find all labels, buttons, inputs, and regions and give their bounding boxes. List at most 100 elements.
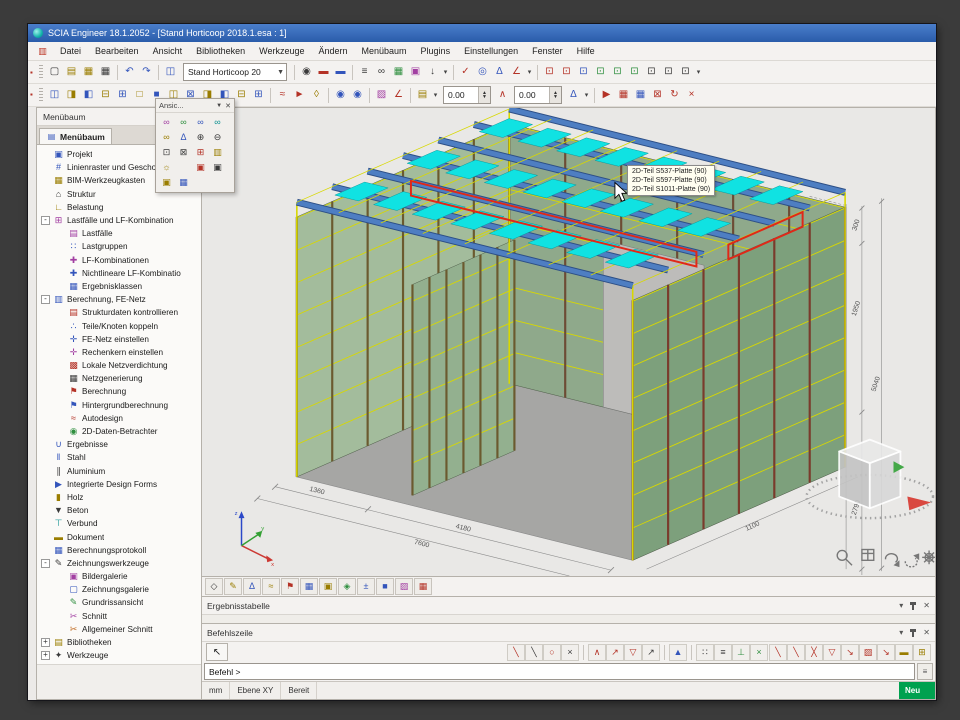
box-select-icon[interactable]: ⊠ (649, 87, 666, 104)
docked-toolbar-icon[interactable]: ▪ (30, 90, 33, 99)
erase-icon[interactable]: ◊ (308, 87, 325, 104)
human-scale-icon[interactable]: Δ (243, 578, 261, 595)
tree-expander[interactable] (41, 440, 50, 449)
view-frame-icon[interactable]: ⊡ (541, 64, 558, 81)
zoom-out-icon[interactable]: ⊖ (209, 130, 226, 145)
tree-expander[interactable] (56, 361, 65, 370)
pin-icon[interactable] (910, 629, 916, 637)
view-frame-icon[interactable]: ⊡ (609, 64, 626, 81)
tree-expander[interactable] (41, 163, 50, 172)
tree-expander[interactable] (56, 256, 65, 265)
menu-item[interactable]: Hilfe (570, 44, 602, 58)
tree-expander[interactable] (41, 506, 50, 515)
tree-expander[interactable] (56, 625, 65, 634)
menu-item[interactable]: Plugins (414, 44, 458, 58)
scale-icon[interactable]: Δ (565, 87, 582, 104)
tree-expander[interactable] (56, 308, 65, 317)
chevron-down-icon[interactable]: ▾ (899, 601, 903, 610)
panel-ergebnisstabelle-header[interactable]: Ergebnisstabelle ▾ ✕ (202, 596, 935, 614)
section-op-icon[interactable]: ⊟ (97, 87, 114, 104)
beam-view-blue-icon[interactable]: ▬ (332, 64, 349, 81)
check-structure-icon[interactable]: ✓ (457, 64, 474, 81)
section-table-icon[interactable]: ▦ (300, 578, 318, 595)
sidebar-item-berechnung[interactable]: ⚑ Berechnung (41, 385, 201, 398)
snap-arc-icon[interactable]: ↗ (642, 644, 660, 661)
sidebar-item-teile-knoten[interactable]: ∴ Teile/Knoten koppeln (41, 319, 201, 332)
sidebar-item-ergebnisklassen[interactable]: ▦ Ergebnisklassen (41, 280, 201, 293)
menu-item[interactable]: Bibliotheken (189, 44, 252, 58)
mesh-display-icon[interactable]: ◈ (338, 578, 356, 595)
delete-icon[interactable]: × (683, 87, 700, 104)
view-persp-icon[interactable]: ∞ (158, 130, 175, 145)
gallery-icon[interactable]: ▣ (407, 64, 424, 81)
sidebar-item-idf[interactable]: ▶ Integrierte Design Forms (41, 478, 201, 491)
refresh-icon[interactable]: ↻ (666, 87, 683, 104)
section-op-icon[interactable]: ⊞ (114, 87, 131, 104)
tree-expander[interactable] (41, 190, 50, 199)
snap-line2-icon[interactable]: ╲ (525, 644, 543, 661)
sidebar-item-lastfaelle-gruppe[interactable]: - ⊞ Lastfälle und LF-Kombination (41, 214, 201, 227)
draw-line-icon[interactable]: ╲ (769, 644, 787, 661)
document-icon[interactable]: ▥ (36, 45, 49, 57)
tree-expander[interactable]: - (41, 216, 50, 225)
document-zoom-icon[interactable]: ◎ (474, 64, 491, 81)
zoom-icon[interactable] (837, 550, 852, 565)
view-frame-icon[interactable]: ⊡ (575, 64, 592, 81)
save-all-icon[interactable]: ▦ (80, 64, 97, 81)
tree-expander[interactable] (41, 519, 50, 528)
sidebar-item-lastgruppen[interactable]: ∷ Lastgruppen (41, 240, 201, 253)
sidebar-item-grundrissansicht[interactable]: ✎ Grundrissansicht (41, 596, 201, 609)
grid-dots-icon[interactable]: ∷ (696, 644, 714, 661)
draw-beam-icon[interactable]: ▬ (895, 644, 913, 661)
project-combobox[interactable]: Stand Horticoop 20 ▼ (183, 63, 287, 81)
command-history-button[interactable]: ≡ (917, 663, 933, 680)
sidebar-item-holz[interactable]: ▮ Holz (41, 491, 201, 504)
clipping-box-icon[interactable]: ▥ (209, 145, 226, 160)
photo-icon[interactable]: ▣ (209, 160, 226, 175)
brick-blue-icon[interactable]: ▦ (632, 87, 649, 104)
tree-expander[interactable] (41, 203, 50, 212)
toolbar-grip[interactable] (39, 65, 43, 80)
tree-expander[interactable] (41, 150, 50, 159)
status-unit[interactable]: mm (202, 682, 230, 699)
visibility-icon[interactable]: ◉ (332, 87, 349, 104)
section-op-icon[interactable]: ◫ (46, 87, 63, 104)
tree-expander[interactable] (56, 414, 65, 423)
draw-diag2-icon[interactable]: ↘ (877, 644, 895, 661)
snap-line-icon[interactable]: ╲ (507, 644, 525, 661)
offset-x-spinbox[interactable]: 0.00 ▲▼ (443, 86, 491, 104)
sidebar-item-lf-kombinationen[interactable]: ✚ LF-Kombinationen (41, 254, 201, 267)
view-x-icon[interactable]: ∞ (158, 115, 175, 130)
undo-icon[interactable]: ↶ (121, 64, 138, 81)
tree-expander[interactable] (41, 546, 50, 555)
tree-expander[interactable] (56, 282, 65, 291)
tree-expander[interactable] (56, 229, 65, 238)
grid-display-icon[interactable]: ▦ (414, 578, 432, 595)
results-flag-icon[interactable]: ⚑ (281, 578, 299, 595)
table-icon[interactable]: ▦ (390, 64, 407, 81)
workspace-panels-icon[interactable]: ◫ (162, 64, 179, 81)
zoom-window-icon[interactable]: ⊡ (158, 145, 175, 160)
toolbar-grip[interactable] (39, 88, 43, 103)
view-frame-icon[interactable]: ⊡ (558, 64, 575, 81)
section-op-icon[interactable]: ◨ (63, 87, 80, 104)
view-frame-icon[interactable]: ⊡ (660, 64, 677, 81)
tree-expander[interactable] (56, 374, 65, 383)
sidebar-item-berechnung-fe-netz[interactable]: - ▥ Berechnung, FE-Netz (41, 293, 201, 306)
grid-lines-icon[interactable]: ≡ (714, 644, 732, 661)
tree-expander[interactable] (56, 269, 65, 278)
brick-red-icon[interactable]: ▦ (615, 87, 632, 104)
tree-expander[interactable] (56, 427, 65, 436)
beam-view-red-icon[interactable]: ▬ (315, 64, 332, 81)
sidebar-item-werkzeuge[interactable]: + ✦ Werkzeuge (41, 649, 201, 662)
tree-expander[interactable] (56, 585, 65, 594)
walk-mode-icon[interactable]: Δ (175, 130, 192, 145)
b-mode-icon[interactable]: ▣ (158, 175, 175, 190)
sidebar-item-autodesign[interactable]: ≈ Autodesign (41, 412, 201, 425)
tree-expander[interactable] (56, 242, 65, 251)
render-mode-icon[interactable]: ◉ (298, 64, 315, 81)
menu-item[interactable]: Einstellungen (457, 44, 525, 58)
zoom-selection-icon[interactable]: ⊞ (192, 145, 209, 160)
chevron-down-icon[interactable]: ▾ (525, 64, 534, 81)
snap-off-icon[interactable]: × (561, 644, 579, 661)
